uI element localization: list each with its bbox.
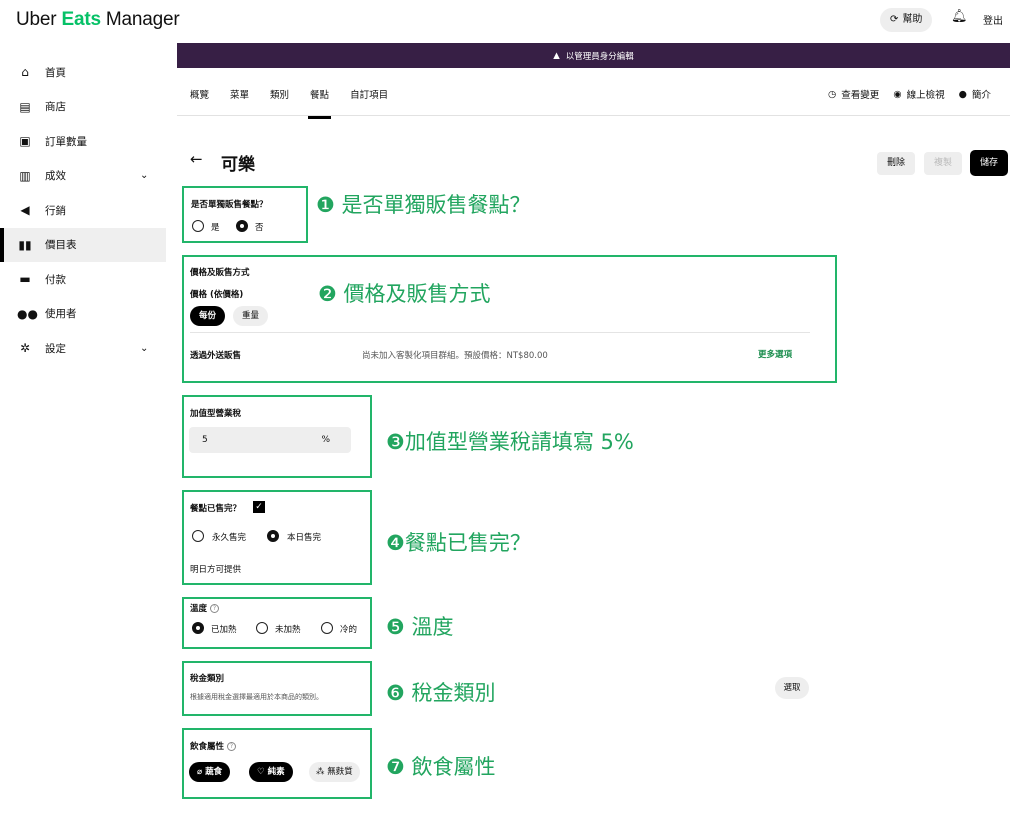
admin-edit-banner: ▲ 以管理員身分編輯 (177, 43, 1010, 68)
sidebar-item-settings[interactable]: ✲ 設定 ⌄ (0, 331, 166, 366)
temp-cold-radio[interactable] (321, 622, 333, 634)
temp-heated-radio[interactable] (192, 622, 204, 634)
receipt-icon: ▣ (19, 134, 31, 149)
annotation-4: ❹餐點已售完？ (386, 531, 531, 555)
more-options-link[interactable]: 更多選項 (758, 348, 792, 360)
user-icon: ▲ (553, 50, 560, 61)
temp-unheated-label: 未加熱 (275, 625, 301, 635)
dietary-heading: 飲食屬性? (190, 740, 237, 752)
sold-out-note: 明日方可提供 (190, 565, 242, 575)
sold-out-checkbox[interactable]: ✓ (253, 501, 265, 513)
sidebar-item-payments[interactable]: ▬ 付款 (0, 262, 166, 297)
pricing-heading: 價格及販售方式 (190, 268, 250, 278)
temp-unheated-radio[interactable] (256, 622, 268, 634)
delete-button[interactable]: 刪除 (877, 152, 915, 175)
pricing-divider (190, 332, 810, 333)
annotation-6: ❻ 稅金類別 (386, 681, 496, 705)
users-icon: ●● (17, 306, 38, 321)
eye-icon: ◉ (893, 88, 902, 100)
menu-actions: ◷ 查看變更 ◉ 線上檢視 ● 簡介 (828, 87, 991, 102)
choose-tax-category-button[interactable]: 選取 (775, 677, 809, 699)
wheat-icon: ⁂ (316, 767, 328, 777)
chart-icon: ▥ (19, 168, 31, 183)
wallet-icon: ▬ (19, 272, 31, 287)
annotation-7: ❼ 飲食屬性 (386, 755, 496, 779)
top-bar: Uber Eats Manager ⟳ 幫助 🔔︎ 登出 (0, 0, 1024, 42)
vegetarian-pill[interactable]: ⌀ 蔬食 (189, 762, 231, 782)
help-icon: ⟳ (890, 14, 899, 25)
chevron-down-icon[interactable]: ⌄ (140, 170, 148, 181)
third-party-label: 透過外送販售 (190, 351, 242, 361)
annotation-1: ❶ 是否單獨販售餐點？ (316, 193, 531, 217)
info-icon: ● (958, 88, 967, 100)
annotation-box-standalone (182, 186, 308, 243)
notification-bell-icon[interactable]: 🔔︎ (951, 9, 968, 24)
pricing-subheading: 價格 (依價格) (190, 290, 244, 300)
standalone-no-label: 否 (255, 223, 264, 233)
sidebar-item-users[interactable]: ●● 使用者 (0, 297, 166, 332)
chevron-down-icon[interactable]: ⌄ (140, 343, 148, 354)
by-weight-pill[interactable]: 重量 (233, 306, 269, 326)
annotation-box-pricing (182, 255, 837, 383)
tax-category-heading: 稅金類別 (190, 674, 225, 684)
sold-out-heading: 餐點已售完？ (190, 504, 242, 514)
vegan-pill[interactable]: ♡ 純素 (249, 762, 293, 782)
tab-divider (177, 115, 1010, 116)
megaphone-icon: ◀ (20, 203, 30, 218)
sidebar-item-store[interactable]: ▤ 商店 (0, 90, 166, 125)
home-icon: ⌂ (21, 65, 29, 80)
annotation-5: ❺ 溫度 (386, 615, 454, 639)
sold-out-permanent-radio[interactable] (192, 530, 204, 542)
leaf-icon: ⌀ (197, 767, 206, 777)
annotation-box-tax-category (182, 661, 372, 716)
sidebar-item-home[interactable]: ⌂ 首頁 (0, 55, 166, 90)
back-arrow-icon[interactable]: ← (190, 150, 203, 168)
intro-link[interactable]: ● 簡介 (958, 87, 991, 102)
temp-cold-label: 冷的 (340, 625, 358, 635)
sidebar-item-menu[interactable]: ▮▮ 價目表 (0, 227, 166, 262)
annotation-2: ❷ 價格及販售方式 (318, 282, 491, 306)
standalone-yes-label: 是 (211, 223, 220, 233)
uber-eats-manager-logo[interactable]: Uber Eats Manager (16, 9, 180, 31)
gluten-free-pill[interactable]: ⁂ 無麩質 (309, 762, 360, 782)
view-changes-link[interactable]: ◷ 查看變更 (828, 87, 879, 102)
third-party-info: 尚未加入客製化項目群組。預設價格：NT$80.00 (362, 351, 548, 361)
sidebar-item-marketing[interactable]: ◀ 行銷 (0, 193, 166, 228)
tax-heading: 加值型營業稅 (190, 409, 242, 419)
heart-icon: ♡ (257, 767, 268, 777)
page-title: 可樂 (221, 155, 255, 175)
standalone-yes-radio[interactable] (192, 220, 204, 232)
temp-heated-label: 已加熱 (211, 625, 237, 635)
help-circle-icon[interactable]: ? (210, 604, 220, 613)
temperature-heading: 溫度? (190, 602, 220, 614)
logout-link[interactable]: 登出 (983, 12, 1003, 27)
tax-rate-input[interactable]: 5 % (189, 427, 351, 453)
tax-category-description: 根據適用稅金選擇最適用於本商品的類別。 (190, 693, 323, 701)
standalone-question-label: 是否單獨販售餐點？ (191, 200, 268, 210)
preview-online-link[interactable]: ◉ 線上檢視 (893, 87, 944, 102)
store-icon: ▤ (19, 99, 31, 114)
standalone-no-radio[interactable] (236, 220, 248, 232)
sold-out-today-radio[interactable] (267, 530, 279, 542)
per-item-pill[interactable]: 每份 (190, 306, 226, 326)
sidebar-item-orders[interactable]: ▣ 訂單數量 (0, 124, 166, 159)
clock-icon: ◷ (828, 88, 837, 100)
copy-button[interactable]: 複製 (924, 152, 962, 175)
save-button[interactable]: 儲存 (970, 150, 1008, 176)
help-button[interactable]: ⟳ 幫助 (880, 8, 933, 32)
menu-book-icon: ▮▮ (18, 237, 32, 252)
sidebar: ⌂ 首頁 ▤ 商店 ▣ 訂單數量 ▥ 成效 ⌄ ◀ 行銷 ▮▮ 價目表 ▬ 付款… (0, 55, 166, 366)
sidebar-item-performance[interactable]: ▥ 成效 ⌄ (0, 159, 166, 194)
help-circle-icon[interactable]: ? (227, 742, 237, 751)
sold-out-permanent-label: 永久售完 (212, 533, 247, 543)
annotation-3: ❸加值型營業稅請填寫 5% (386, 430, 634, 454)
sold-out-today-label: 本日售完 (287, 533, 322, 543)
gear-icon: ✲ (19, 341, 31, 356)
